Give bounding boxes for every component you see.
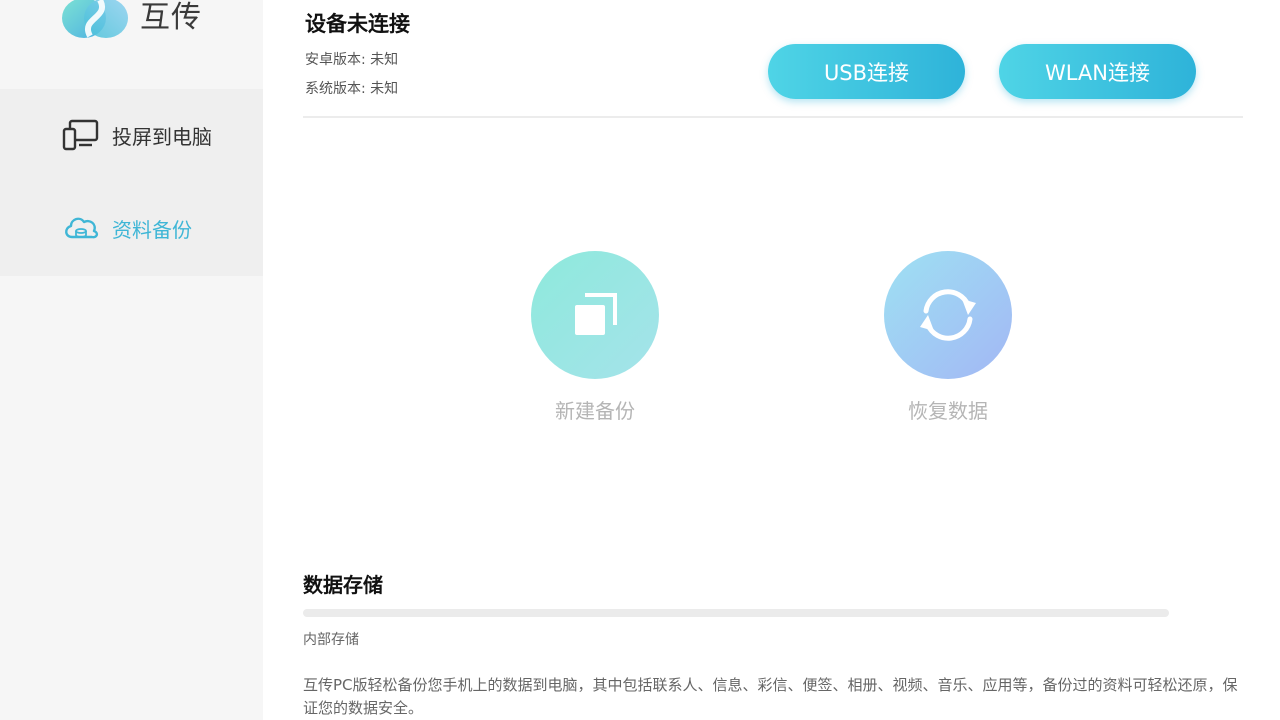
copy-icon xyxy=(575,293,617,335)
wlan-connect-button[interactable]: WLAN连接 xyxy=(999,44,1196,99)
app-logo: 互传 xyxy=(60,0,202,42)
app-logo-icon xyxy=(62,0,128,38)
new-backup-label: 新建备份 xyxy=(555,399,635,423)
sidebar: 互传 投屏到电脑 资料备份 xyxy=(0,0,263,720)
sidebar-item-data-backup[interactable]: 资料备份 xyxy=(0,182,263,274)
refresh-icon xyxy=(920,289,976,341)
header-divider xyxy=(303,116,1243,118)
new-backup-button[interactable]: 新建备份 xyxy=(510,251,680,424)
restore-data-circle xyxy=(884,251,1012,379)
main-panel: 设备未连接 安卓版本: 未知 系统版本: 未知 USB连接 WLAN连接 新建备… xyxy=(263,0,1280,720)
sidebar-nav: 投屏到电脑 资料备份 xyxy=(0,89,263,276)
usb-connect-button[interactable]: USB连接 xyxy=(768,44,965,99)
restore-data-button[interactable]: 恢复数据 xyxy=(863,251,1033,424)
app-name: 互传 xyxy=(140,0,202,35)
cloud-backup-icon xyxy=(62,211,100,245)
storage-section-title: 数据存储 xyxy=(303,573,383,597)
internal-storage-label: 内部存储 xyxy=(303,632,359,648)
new-backup-circle xyxy=(531,251,659,379)
sidebar-item-label: 资料备份 xyxy=(112,217,192,242)
device-status-title: 设备未连接 xyxy=(305,12,410,36)
android-version: 安卓版本: 未知 xyxy=(305,52,399,68)
system-version: 系统版本: 未知 xyxy=(305,81,399,97)
backup-description: 互传PC版轻松备份您手机上的数据到电脑，其中包括联系人、信息、彩信、便签、相册、… xyxy=(303,676,1238,717)
sidebar-item-screen-cast[interactable]: 投屏到电脑 xyxy=(0,89,263,181)
monitor-phone-icon xyxy=(62,118,100,152)
storage-progress-bar xyxy=(303,609,1169,617)
restore-data-label: 恢复数据 xyxy=(908,399,988,423)
app-window: 互传 投屏到电脑 资料备份 设备未连接 安卓版本: 未知 系统版本: 未知 US… xyxy=(0,0,1280,720)
sidebar-item-label: 投屏到电脑 xyxy=(112,124,212,149)
